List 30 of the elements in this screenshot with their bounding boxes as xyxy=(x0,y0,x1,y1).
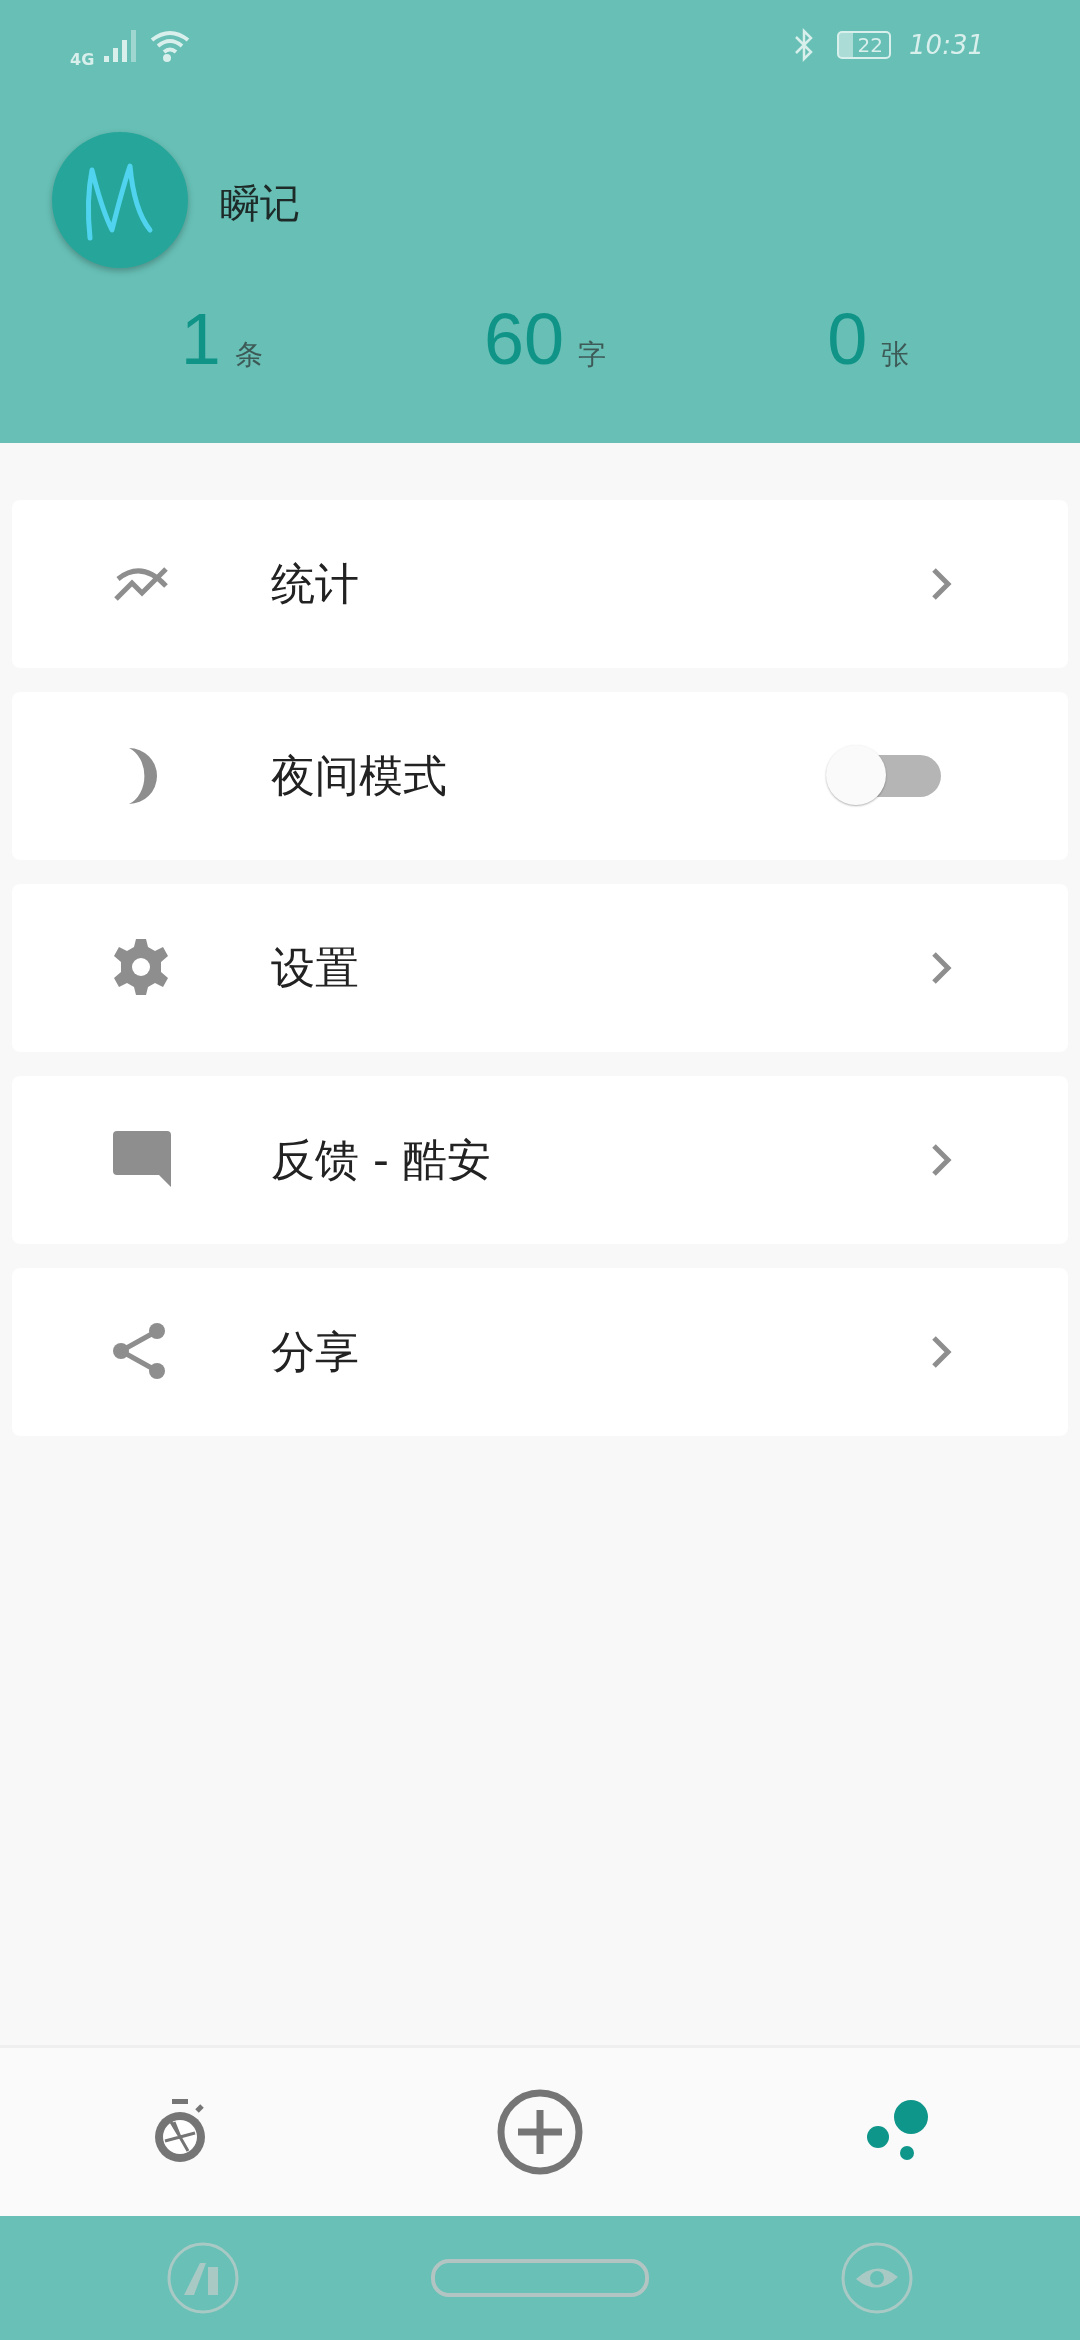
menu-item[interactable]: 设置 xyxy=(12,884,1068,1052)
app-name: 瞬记 xyxy=(220,178,300,228)
stat-value: 60 xyxy=(483,298,565,380)
stat-unit: 字 xyxy=(578,337,607,373)
menu-item[interactable]: 夜间模式 xyxy=(12,692,1068,860)
menu-label: 设置 xyxy=(271,940,360,995)
add-circle-icon[interactable] xyxy=(496,2088,584,2176)
menu-item[interactable]: 分享 xyxy=(12,1268,1068,1436)
chart-icon xyxy=(114,566,170,602)
stat-unit: 张 xyxy=(881,337,910,373)
network-label: 4G xyxy=(70,49,95,69)
menu-label: 分享 xyxy=(271,1324,360,1379)
wifi-icon xyxy=(150,28,191,62)
eye-icon[interactable] xyxy=(840,2241,915,2315)
chevron-right-icon xyxy=(930,1334,954,1370)
chevron-right-icon xyxy=(930,950,954,986)
chevron-right-icon xyxy=(930,566,954,602)
menu-item[interactable]: 反馈 - 酷安 xyxy=(12,1076,1068,1244)
stat-value: 0 xyxy=(827,298,868,380)
menu-item[interactable]: 统计 xyxy=(12,500,1068,668)
menu-label: 反馈 - 酷安 xyxy=(271,1132,492,1187)
stat-value: 1 xyxy=(180,298,221,380)
chevron-right-icon xyxy=(930,1142,954,1178)
menu-label: 夜间模式 xyxy=(271,748,448,803)
battery-level: 22 xyxy=(857,33,884,57)
stat-unit: 条 xyxy=(234,337,263,373)
home-bar[interactable] xyxy=(431,2259,649,2297)
app-logo-icon[interactable] xyxy=(165,2241,240,2315)
clock: 10:31 xyxy=(909,30,984,60)
menu-label: 统计 xyxy=(271,556,360,611)
